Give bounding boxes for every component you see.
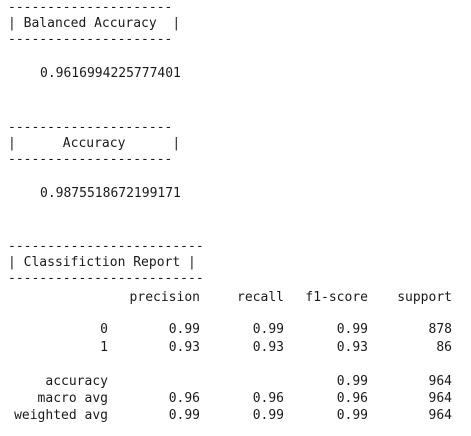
table-cell-f1: 0.96 bbox=[336, 391, 368, 406]
table-cell-recall: 0.99 bbox=[252, 322, 284, 337]
table-cell-recall: 0.96 bbox=[252, 391, 284, 406]
balanced-border-bottom: --------------------- bbox=[8, 32, 173, 47]
table-cell-precision: 0.99 bbox=[168, 408, 200, 423]
column-header-recall: recall bbox=[237, 290, 284, 305]
table-cell-recall bbox=[200, 374, 284, 390]
accuracy-header: | Accuracy | bbox=[8, 136, 181, 151]
table-cell-precision: 0.96 bbox=[168, 391, 200, 406]
accuracy-border-top: --------------------- bbox=[8, 120, 173, 135]
report-border-top: ------------------------- bbox=[8, 239, 204, 254]
table-cell-f1: 0.99 bbox=[336, 322, 368, 337]
table-cell-support: 964 bbox=[428, 391, 452, 406]
table-row-label: 1 bbox=[100, 340, 108, 355]
table-cell-support: 964 bbox=[428, 374, 452, 389]
table-cell-recall: 0.93 bbox=[252, 340, 284, 355]
classification-report-header: | Classifiction Report | bbox=[8, 255, 196, 270]
table-cell-precision: 0.99 bbox=[168, 322, 200, 337]
table-cell-f1: 0.93 bbox=[336, 340, 368, 355]
table-cell-support: 878 bbox=[428, 322, 452, 337]
table-cell-recall: 0.99 bbox=[252, 408, 284, 423]
accuracy-value: 0.9875518672199171 bbox=[40, 186, 181, 201]
table-row-label: weighted avg bbox=[14, 408, 108, 423]
column-header-support: support bbox=[397, 290, 452, 305]
table-cell-support: 86 bbox=[436, 340, 452, 355]
table-cell-f1: 0.99 bbox=[336, 374, 368, 389]
table-row-label: 0 bbox=[100, 322, 108, 337]
table-row-label: macro avg bbox=[37, 391, 108, 406]
table-row-label: accuracy bbox=[45, 374, 108, 389]
column-header-f1-score: f1-score bbox=[305, 290, 368, 305]
balanced-accuracy-header: | Balanced Accuracy | bbox=[8, 16, 181, 31]
accuracy-border-bottom: --------------------- bbox=[8, 152, 173, 167]
table-cell-support: 964 bbox=[428, 408, 452, 423]
report-border-bottom: ------------------------- bbox=[8, 271, 204, 286]
balanced-accuracy-value: 0.9616994225777401 bbox=[40, 66, 181, 81]
column-header-precision: precision bbox=[129, 290, 200, 305]
table-cell-f1: 0.99 bbox=[336, 408, 368, 423]
table-cell-precision: 0.93 bbox=[168, 340, 200, 355]
table-cell-precision bbox=[108, 374, 200, 390]
balanced-border-top: --------------------- bbox=[8, 0, 173, 15]
